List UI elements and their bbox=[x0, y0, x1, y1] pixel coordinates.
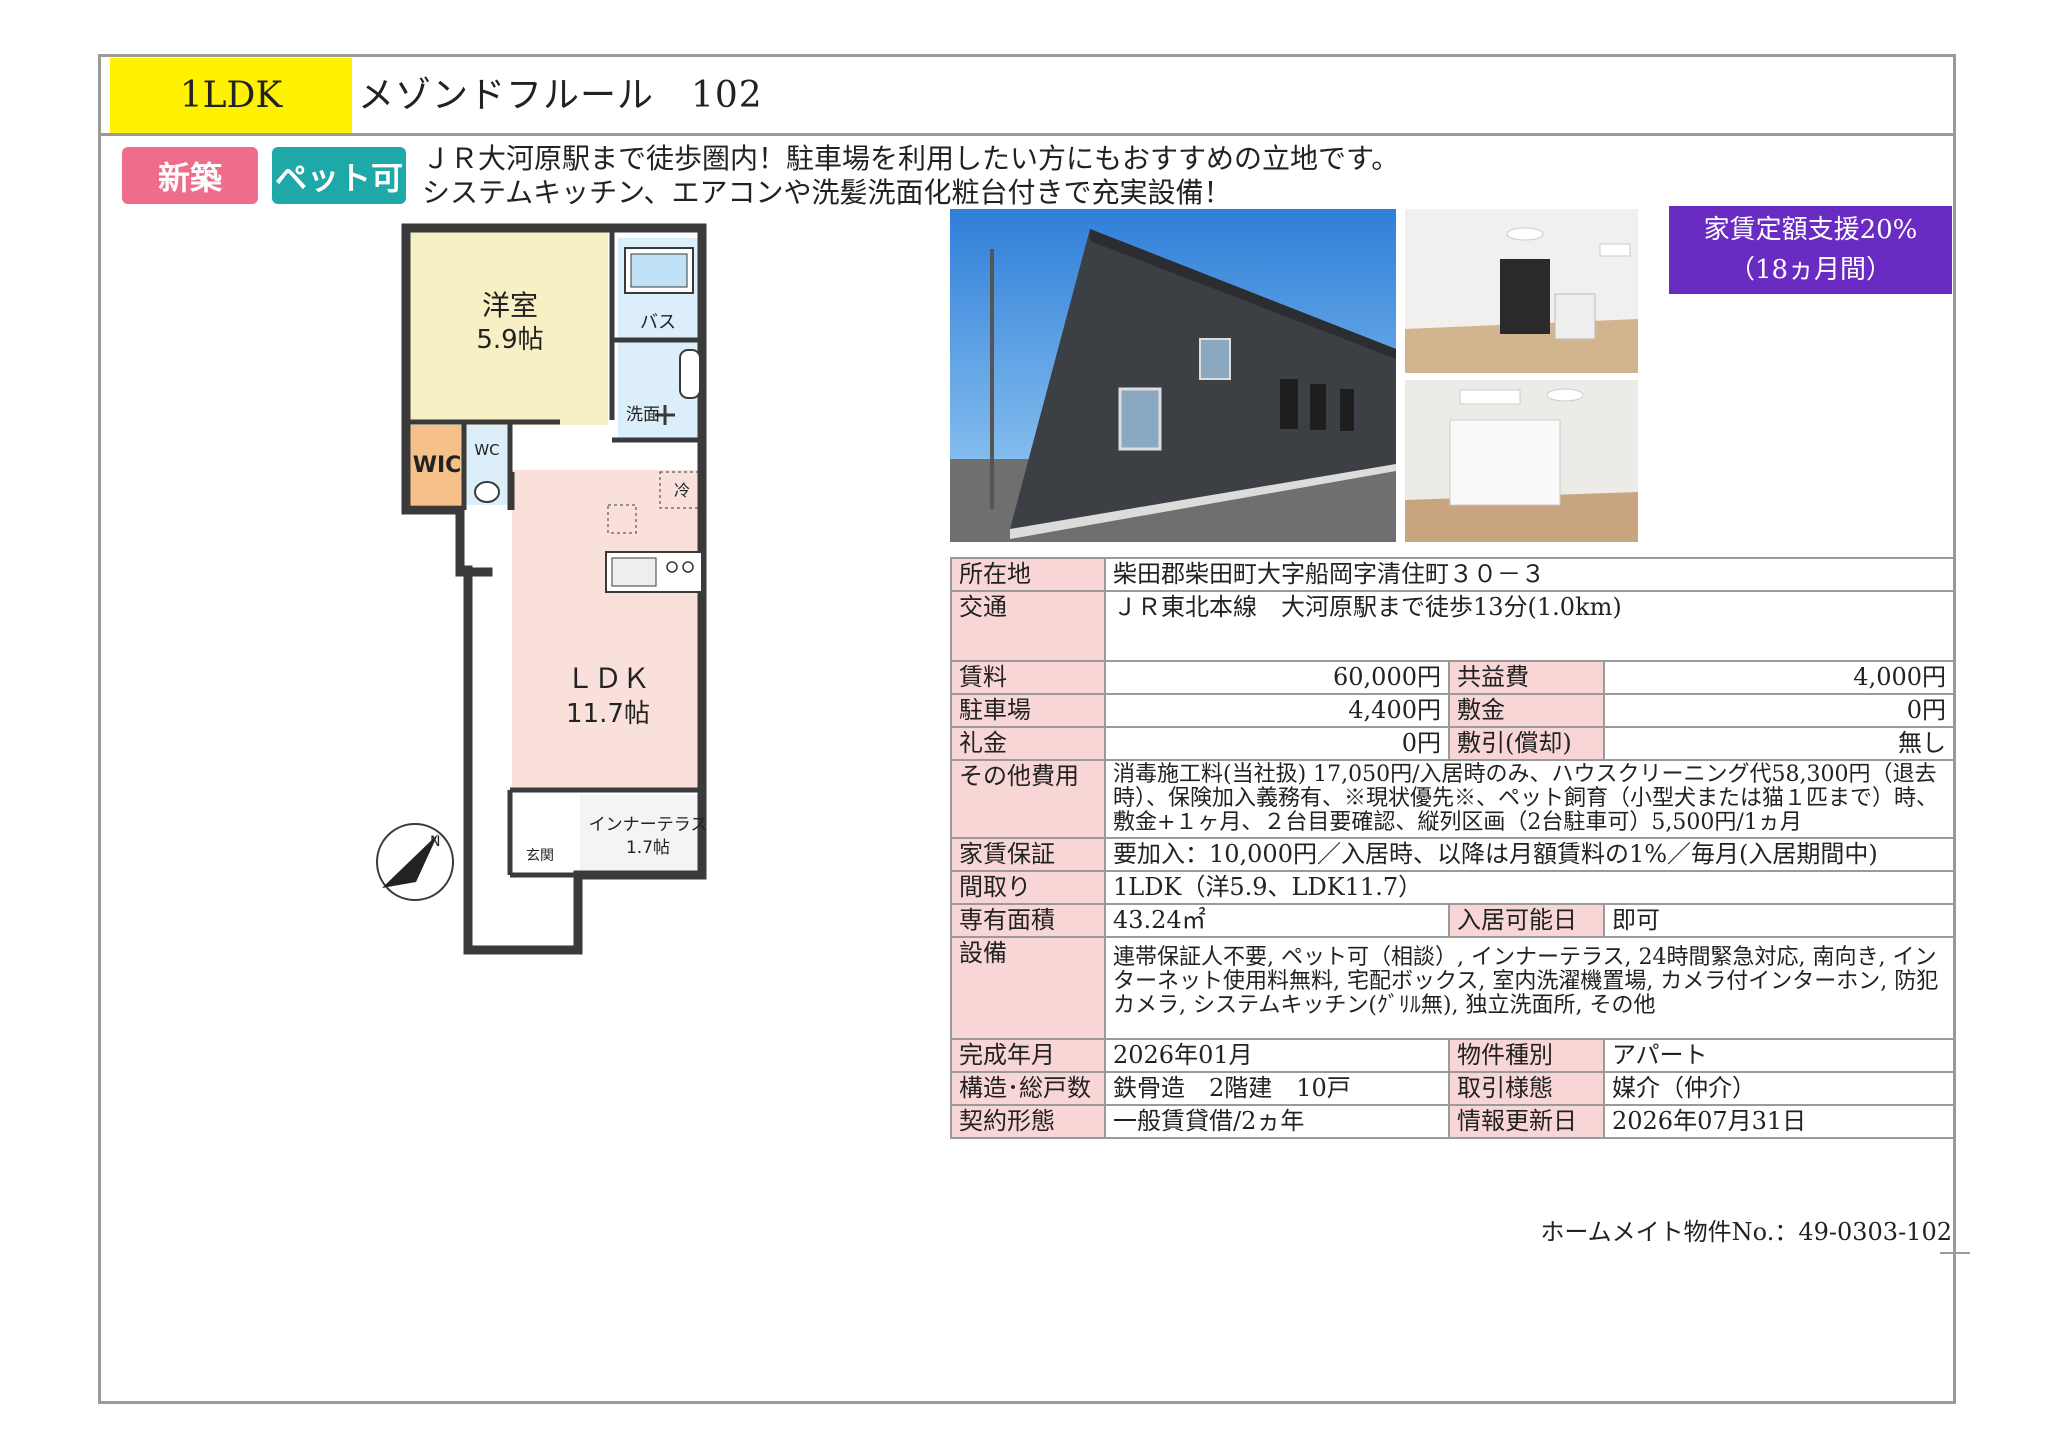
row-guarantee: 家賃保証 要加入：10,000円／入居時、以降は月額賃料の1%／毎月(入居期間中… bbox=[950, 837, 1956, 872]
other-costs-label: その他費用 bbox=[950, 759, 1106, 839]
kind-value: アパート bbox=[1602, 1038, 1956, 1073]
common-fee-label: 共益費 bbox=[1448, 660, 1605, 695]
row-area: 専有面積 43.24㎡ 入居可能日 即可 bbox=[950, 903, 1956, 938]
rent-label: 賃料 bbox=[950, 660, 1106, 695]
row-other-costs: その他費用 消毒施工料(当社扱) 17,050円/入居時のみ、ハウスクリーニング… bbox=[950, 759, 1956, 839]
crop-mark bbox=[1940, 1252, 1970, 1254]
movein-value: 即可 bbox=[1602, 903, 1956, 938]
terrace-area bbox=[580, 795, 702, 875]
built-value: 2026年01月 bbox=[1104, 1038, 1450, 1073]
area-label: 専有面積 bbox=[950, 903, 1106, 938]
compass-north: N bbox=[430, 834, 440, 850]
washroom-label: 洗面 bbox=[626, 405, 660, 425]
rent-value: 60,000円 bbox=[1104, 660, 1450, 695]
deduction-label: 敷引(償却) bbox=[1448, 726, 1605, 761]
contract-label: 契約形態 bbox=[950, 1104, 1106, 1139]
exterior-photo bbox=[950, 209, 1396, 542]
wc-label: WC bbox=[474, 441, 499, 459]
property-number: ホームメイト物件No.：49-0303-102 bbox=[1540, 1218, 1952, 1246]
movein-label: 入居可能日 bbox=[1448, 903, 1605, 938]
address-label: 所在地 bbox=[950, 557, 1106, 592]
layout-type-label: 1LDK bbox=[110, 58, 352, 133]
floor-plan: 洋室 5.9帖 バス 洗面 WIC WC 冷 ＬＤＫ 11.7帖 インナーテラス… bbox=[376, 223, 708, 955]
ldk-area bbox=[512, 470, 702, 790]
contract-value: 一般賃貸借/2ヵ年 bbox=[1104, 1104, 1450, 1139]
catchcopy-line-1: ＪＲ大河原駅まで徒歩圏内！駐車場を利用したい方にもおすすめの立地です。 bbox=[422, 142, 1400, 175]
structure-label: 構造･総戸数 bbox=[950, 1071, 1106, 1106]
interior-photo-1 bbox=[1405, 209, 1638, 373]
property-info-table: 所在地 柴田郡柴田町大字船岡字清住町３０－３ 交通 ＪＲ東北本線 大河原駅まで徒… bbox=[950, 557, 1956, 1139]
compass-icon: N bbox=[376, 823, 454, 901]
room1-size: 5.9帖 bbox=[476, 325, 543, 355]
room1-name: 洋室 bbox=[482, 289, 538, 322]
terrace-size: 1.7帖 bbox=[626, 838, 670, 858]
interior-photo-2 bbox=[1405, 380, 1638, 542]
rent-support-banner: 家賃定額支援20% （18ヵ月間） bbox=[1669, 206, 1952, 294]
parking-label: 駐車場 bbox=[950, 693, 1106, 728]
row-access: 交通 ＪＲ東北本線 大河原駅まで徒歩13分(1.0km) bbox=[950, 590, 1956, 662]
deal-label: 取引様態 bbox=[1448, 1071, 1605, 1106]
updated-value: 2026年07月31日 bbox=[1602, 1104, 1956, 1139]
row-contract: 契約形態 一般賃貸借/2ヵ年 情報更新日 2026年07月31日 bbox=[950, 1104, 1956, 1139]
guarantee-label: 家賃保証 bbox=[950, 837, 1106, 872]
row-rent: 賃料 60,000円 共益費 4,000円 bbox=[950, 660, 1956, 695]
entrance-label: 玄関 bbox=[526, 847, 554, 864]
common-fee-value: 4,000円 bbox=[1602, 660, 1956, 695]
deposit-label: 敷金 bbox=[1448, 693, 1605, 728]
deal-value: 媒介（仲介） bbox=[1602, 1071, 1956, 1106]
catchcopy: ＪＲ大河原駅まで徒歩圏内！駐車場を利用したい方にもおすすめの立地です。 システム… bbox=[422, 142, 1399, 210]
row-layout: 間取り 1LDK（洋5.9、LDK11.7） bbox=[950, 870, 1956, 905]
layout-value: 1LDK（洋5.9、LDK11.7） bbox=[1103, 870, 1956, 905]
entrance-area bbox=[510, 792, 576, 882]
terrace-label: インナーテラス bbox=[589, 815, 708, 835]
address-value: 柴田郡柴田町大字船岡字清住町３０－３ bbox=[1103, 557, 1956, 592]
row-key-money: 礼金 0円 敷引(償却) 無し bbox=[950, 726, 1956, 761]
updated-label: 情報更新日 bbox=[1448, 1104, 1605, 1139]
equipment-label: 設備 bbox=[950, 936, 1106, 1040]
support-line-1: 家賃定額支援20% bbox=[1703, 215, 1918, 245]
row-structure: 構造･総戸数 鉄骨造 2階建 10戸 取引様態 媒介（仲介） bbox=[950, 1071, 1956, 1106]
ldk-label: ＬＤＫ bbox=[566, 662, 650, 695]
pet-allowed-badge: ペット可 bbox=[272, 147, 406, 204]
row-equipment: 設備 連帯保証人不要, ペット可（相談）, インナーテラス, 24時間緊急対応,… bbox=[950, 936, 1956, 1040]
row-parking: 駐車場 4,400円 敷金 0円 bbox=[950, 693, 1956, 728]
built-label: 完成年月 bbox=[950, 1038, 1106, 1073]
other-costs-value: 消毒施工料(当社扱) 17,050円/入居時のみ、ハウスクリーニング代58,30… bbox=[1103, 759, 1956, 839]
guarantee-value: 要加入：10,000円／入居時、以降は月額賃料の1%／毎月(入居期間中) bbox=[1103, 837, 1956, 872]
catchcopy-line-2: システムキッチン、エアコンや洗髪洗面化粧台付きで充実設備！ bbox=[422, 176, 1232, 209]
deduction-value: 無し bbox=[1602, 726, 1956, 761]
bath-label: バス bbox=[640, 312, 676, 333]
new-build-badge: 新築 bbox=[122, 147, 258, 204]
access-label: 交通 bbox=[950, 590, 1106, 662]
key-money-value: 0円 bbox=[1104, 726, 1450, 761]
layout-label: 間取り bbox=[950, 870, 1106, 905]
parking-value: 4,400円 bbox=[1104, 693, 1450, 728]
access-value: ＪＲ東北本線 大河原駅まで徒歩13分(1.0km) bbox=[1103, 590, 1956, 662]
property-name: メゾンドフルール 102 bbox=[358, 75, 763, 116]
structure-value: 鉄骨造 2階建 10戸 bbox=[1104, 1071, 1450, 1106]
deposit-value: 0円 bbox=[1602, 693, 1956, 728]
support-line-2: （18ヵ月間） bbox=[1728, 255, 1893, 285]
kind-label: 物件種別 bbox=[1448, 1038, 1605, 1073]
row-built: 完成年月 2026年01月 物件種別 アパート bbox=[950, 1038, 1956, 1073]
area-value: 43.24㎡ bbox=[1104, 903, 1450, 938]
row-address: 所在地 柴田郡柴田町大字船岡字清住町３０－３ bbox=[950, 557, 1956, 592]
wic-label: WIC bbox=[413, 453, 462, 478]
equipment-value: 連帯保証人不要, ペット可（相談）, インナーテラス, 24時間緊急対応, 南向… bbox=[1103, 936, 1956, 1040]
ldk-size: 11.7帖 bbox=[566, 699, 650, 729]
key-money-label: 礼金 bbox=[950, 726, 1106, 761]
fridge-label: 冷 bbox=[674, 481, 690, 500]
